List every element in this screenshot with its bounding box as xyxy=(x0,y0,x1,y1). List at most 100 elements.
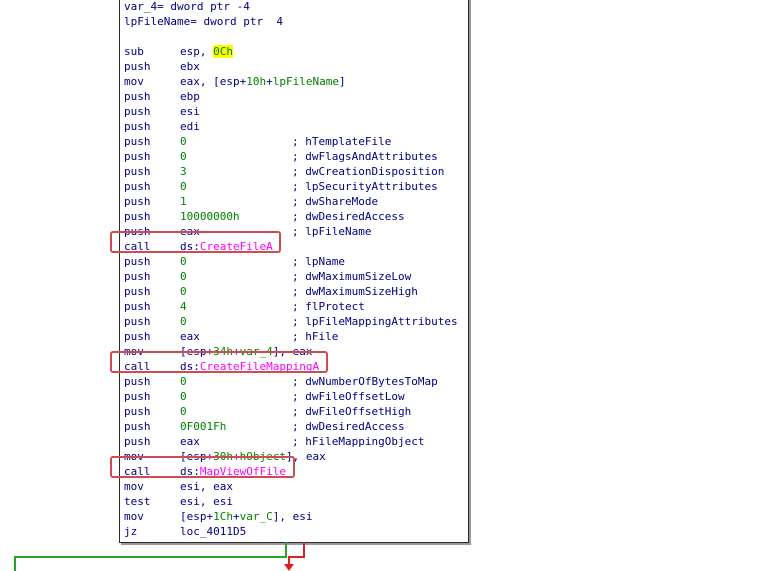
operand: 0 xyxy=(180,404,187,419)
call-highlight-box xyxy=(110,456,295,478)
instruction-line[interactable]: push 0F001Fh ; dwDesiredAccess xyxy=(124,419,405,434)
comment: ; dwFileOffsetHigh xyxy=(292,405,412,418)
mnemonic: push xyxy=(124,120,151,133)
instruction-line[interactable]: mov esi, eax xyxy=(124,479,233,494)
instruction-line[interactable]: push eax ; hFileMappingObject xyxy=(124,434,424,449)
operand: 3 xyxy=(180,164,187,179)
instruction-line[interactable]: push 0 ; lpName xyxy=(124,254,345,269)
instruction-line[interactable]: push 0 ; lpSecurityAttributes xyxy=(124,179,438,194)
operand-part: eax, [esp+ xyxy=(180,75,247,88)
operand-part: esp, xyxy=(180,45,214,58)
comment: ; dwMaximumSizeHigh xyxy=(292,285,418,298)
operand-part: esi xyxy=(180,105,200,118)
edge-true-vertical xyxy=(285,542,287,557)
mnemonic: jz xyxy=(124,525,138,538)
operand-part: 0F001Fh xyxy=(180,420,227,433)
operand-part: var_C xyxy=(239,510,273,523)
instruction-line[interactable]: mov [esp+1Ch+var_C], esi xyxy=(124,509,313,524)
operand-part: 0 xyxy=(180,150,187,163)
comment: ; hTemplateFile xyxy=(292,135,392,148)
operand: ebp xyxy=(180,89,200,104)
instruction-line[interactable]: push 0 ; lpFileMappingAttributes xyxy=(124,314,458,329)
comment: ; dwDesiredAccess xyxy=(292,210,405,223)
mnemonic: push xyxy=(124,150,151,163)
instruction-line[interactable]: push 4 ; flProtect xyxy=(124,299,365,314)
edge-true-down xyxy=(14,556,16,571)
mnemonic: push xyxy=(124,315,151,328)
mnemonic: push xyxy=(124,255,151,268)
instruction-line[interactable]: push 0 ; dwNumberOfBytesToMap xyxy=(124,374,438,389)
instruction-line[interactable]: push 0 ; dwMaximumSizeLow xyxy=(124,269,411,284)
mnemonic: mov xyxy=(124,75,144,88)
operand: loc_4011D5 xyxy=(180,524,246,539)
mnemonic: push xyxy=(124,300,151,313)
operand-part: esi, eax xyxy=(180,480,233,493)
mnemonic: push xyxy=(124,285,151,298)
operand-part: 0 xyxy=(180,135,187,148)
mnemonic: push xyxy=(124,375,151,388)
mnemonic: push xyxy=(124,195,151,208)
instruction-line[interactable]: push 0 ; hTemplateFile xyxy=(124,134,391,149)
instruction-line[interactable]: push edi xyxy=(124,119,200,134)
comment: ; hFileMappingObject xyxy=(292,435,425,448)
operand-part: 0 xyxy=(180,315,187,328)
var-declaration-line[interactable]: var_4= dword ptr -4 xyxy=(124,0,250,14)
operand: 0 xyxy=(180,134,187,149)
operand-part: + xyxy=(266,75,273,88)
call-highlight-box xyxy=(110,231,281,253)
instruction-line[interactable]: push 1 ; dwShareMode xyxy=(124,194,378,209)
operand: eax, [esp+10h+lpFileName] xyxy=(180,74,346,89)
operand: 0 xyxy=(180,314,187,329)
operand-part: loc_4011D5 xyxy=(180,525,247,538)
operand: [esp+1Ch+var_C], esi xyxy=(180,509,313,524)
operand: 10000000h xyxy=(180,209,240,224)
operand-part: esi, esi xyxy=(180,495,233,508)
operand-part: ebx xyxy=(180,60,200,73)
operand-part: ebp xyxy=(180,90,200,103)
operand-part: 0 xyxy=(180,375,187,388)
mnemonic: mov xyxy=(124,510,144,523)
operand-part: edi xyxy=(180,120,200,133)
operand-part: 0 xyxy=(180,270,187,283)
operand-part: 0 xyxy=(180,405,187,418)
comment: ; lpName xyxy=(292,255,345,268)
comment: ; dwFlagsAndAttributes xyxy=(292,150,438,163)
operand: 0 xyxy=(180,179,187,194)
mnemonic: push xyxy=(124,405,151,418)
instruction-line[interactable]: test esi, esi xyxy=(124,494,233,509)
instruction-line[interactable]: sub esp, 0Ch xyxy=(124,44,233,59)
mnemonic: push xyxy=(124,135,151,148)
operand-part: 0 xyxy=(180,255,187,268)
operand-part: 4 xyxy=(180,300,187,313)
operand: edi xyxy=(180,119,200,134)
instruction-line[interactable]: push 0 ; dwFileOffsetHigh xyxy=(124,404,411,419)
instruction-line[interactable]: push ebx xyxy=(124,59,200,74)
instruction-line[interactable]: push 10000000h ; dwDesiredAccess xyxy=(124,209,405,224)
operand: esi xyxy=(180,104,200,119)
operand: ebx xyxy=(180,59,200,74)
operand: 0 xyxy=(180,269,187,284)
operand: 0 xyxy=(180,389,187,404)
comment: ; flProtect xyxy=(292,300,365,313)
instruction-line[interactable]: push 3 ; dwCreationDisposition xyxy=(124,164,444,179)
comment: ; dwNumberOfBytesToMap xyxy=(292,375,438,388)
operand: eax xyxy=(180,434,200,449)
instruction-line[interactable]: push eax ; hFile xyxy=(124,329,338,344)
operand: 0F001Fh xyxy=(180,419,226,434)
instruction-line[interactable]: push 0 ; dwMaximumSizeHigh xyxy=(124,284,418,299)
instruction-line[interactable]: push 0 ; dwFlagsAndAttributes xyxy=(124,149,438,164)
instruction-line[interactable]: jz loc_4011D5 xyxy=(124,524,246,539)
var-declaration-line[interactable]: lpFileName= dword ptr 4 xyxy=(124,14,283,29)
operand: 0 xyxy=(180,149,187,164)
comment: ; dwDesiredAccess xyxy=(292,420,405,433)
mnemonic: push xyxy=(124,105,151,118)
instruction-line[interactable]: mov eax, [esp+10h+lpFileName] xyxy=(124,74,346,89)
mnemonic: push xyxy=(124,165,151,178)
instruction-line[interactable]: push esi xyxy=(124,104,200,119)
mnemonic: push xyxy=(124,180,151,193)
operand-part: + xyxy=(233,510,240,523)
mnemonic: push xyxy=(124,435,151,448)
instruction-line[interactable]: push ebp xyxy=(124,89,200,104)
instruction-line[interactable]: push 0 ; dwFileOffsetLow xyxy=(124,389,405,404)
